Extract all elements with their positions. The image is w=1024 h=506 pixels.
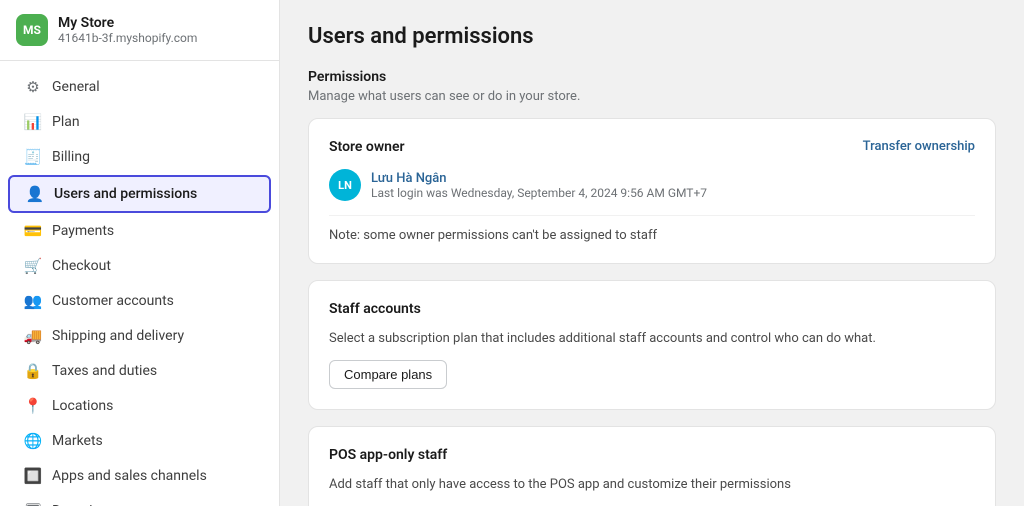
pos-card-header: POS app-only staff [329,447,975,463]
locations-icon: 📍 [24,397,42,415]
permissions-desc: Manage what users can see or do in your … [308,89,996,104]
owner-info: Lưu Hà Ngân Last login was Wednesday, Se… [371,171,707,200]
store-avatar: MS [16,14,48,46]
general-icon: ⚙ [24,78,42,96]
sidebar-item-taxes[interactable]: 🔒 Taxes and duties [8,354,271,388]
compare-plans-button[interactable]: Compare plans [329,360,447,389]
staff-accounts-desc: Select a subscription plan that includes… [329,331,975,346]
shipping-icon: 🚚 [24,327,42,345]
sidebar-item-shipping[interactable]: 🚚 Shipping and delivery [8,319,271,353]
sidebar: MS My Store 41641b-3f.myshopify.com ⚙ Gen… [0,0,280,506]
store-name: My Store [58,15,197,31]
sidebar-item-label-plan: Plan [52,114,80,130]
sidebar-item-label-payments: Payments [52,223,114,239]
owner-row: LN Lưu Hà Ngân Last login was Wednesday,… [329,169,975,201]
owner-name[interactable]: Lưu Hà Ngân [371,171,707,186]
domains-icon: 🖥 [24,502,42,506]
apps-icon: 🔲 [24,467,42,485]
sidebar-item-checkout[interactable]: 🛒 Checkout [8,249,271,283]
store-owner-title: Store owner [329,139,405,155]
customer-accounts-icon: 👥 [24,292,42,310]
sidebar-item-label-apps: Apps and sales channels [52,468,207,484]
staff-accounts-title: Staff accounts [329,301,421,317]
staff-card-header: Staff accounts [329,301,975,317]
sidebar-item-customer-accounts[interactable]: 👥 Customer accounts [8,284,271,318]
store-url: 41641b-3f.myshopify.com [58,31,197,45]
users-icon: 👤 [26,185,44,203]
owner-avatar: LN [329,169,361,201]
store-header[interactable]: MS My Store 41641b-3f.myshopify.com [0,0,279,61]
owner-note: Note: some owner permissions can't be as… [329,215,975,243]
plan-icon: 📊 [24,113,42,131]
pos-card: POS app-only staff Add staff that only h… [308,426,996,506]
pos-title: POS app-only staff [329,447,447,463]
sidebar-item-label-general: General [52,79,100,95]
sidebar-item-label-checkout: Checkout [52,258,111,274]
sidebar-item-label-shipping: Shipping and delivery [52,328,184,344]
store-owner-card: Store owner Transfer ownership LN Lưu Hà… [308,118,996,264]
taxes-icon: 🔒 [24,362,42,380]
store-info: My Store 41641b-3f.myshopify.com [58,15,197,45]
sidebar-item-billing[interactable]: 🧾 Billing [8,140,271,174]
staff-accounts-card: Staff accounts Select a subscription pla… [308,280,996,410]
sidebar-item-locations[interactable]: 📍 Locations [8,389,271,423]
permissions-label: Permissions [308,69,996,85]
page-title: Users and permissions [308,24,996,49]
payments-icon: 💳 [24,222,42,240]
sidebar-item-label-users: Users and permissions [54,186,197,202]
markets-icon: 🌐 [24,432,42,450]
billing-icon: 🧾 [24,148,42,166]
main-content: Users and permissions Permissions Manage… [280,0,1024,506]
sidebar-item-domains[interactable]: 🖥Domains [8,494,271,506]
checkout-icon: 🛒 [24,257,42,275]
sidebar-item-users[interactable]: 👤 Users and permissions [8,175,271,213]
sidebar-item-general[interactable]: ⚙ General [8,70,271,104]
sidebar-item-label-billing: Billing [52,149,90,165]
sidebar-item-label-taxes: Taxes and duties [52,363,157,379]
card-header: Store owner Transfer ownership [329,139,975,155]
sidebar-item-label-locations: Locations [52,398,113,414]
sidebar-item-label-customer-accounts: Customer accounts [52,293,174,309]
transfer-ownership-link[interactable]: Transfer ownership [863,139,975,154]
permissions-section: Permissions Manage what users can see or… [308,69,996,104]
sidebar-item-apps[interactable]: 🔲 Apps and sales channels [8,459,271,493]
sidebar-item-payments[interactable]: 💳 Payments [8,214,271,248]
owner-login: Last login was Wednesday, September 4, 2… [371,186,707,200]
sidebar-item-markets[interactable]: 🌐 Markets [8,424,271,458]
sidebar-item-label-markets: Markets [52,433,103,449]
sidebar-item-plan[interactable]: 📊 Plan [8,105,271,139]
pos-desc: Add staff that only have access to the P… [329,477,975,492]
nav-list: ⚙ General 📊 Plan 🧾 Billing 👤 Users and permissi… [0,61,279,506]
